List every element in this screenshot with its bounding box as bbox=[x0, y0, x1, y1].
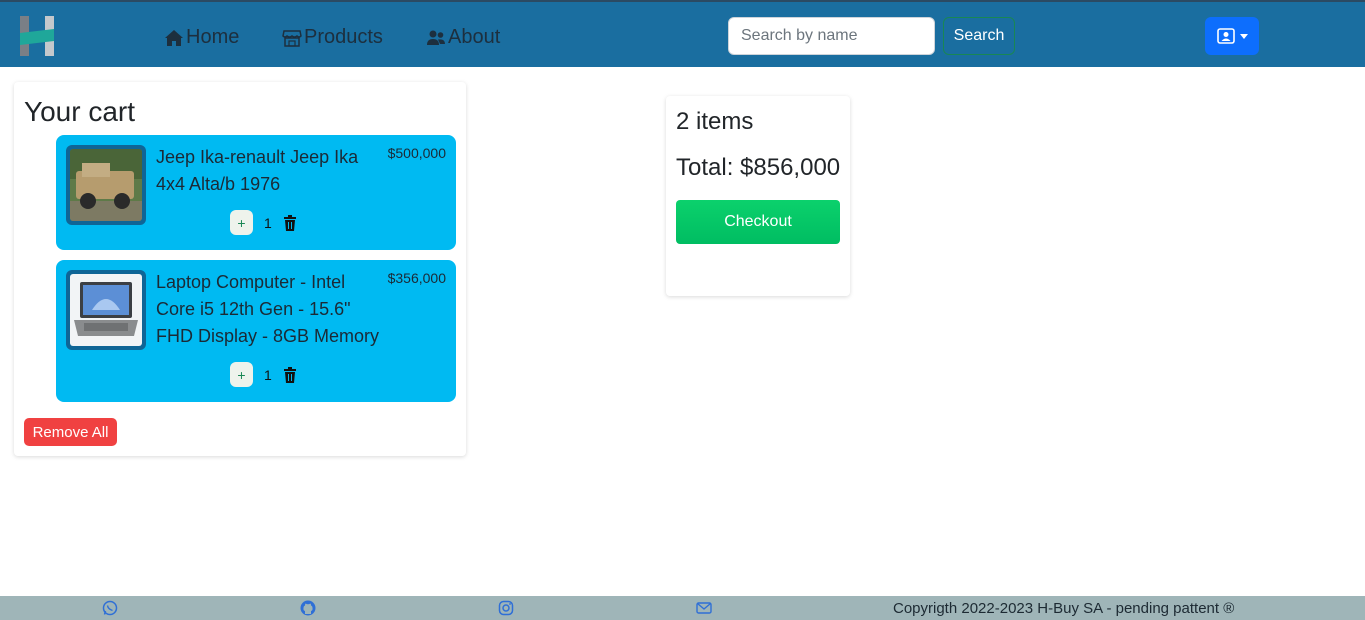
nav-home[interactable]: Home bbox=[164, 26, 239, 49]
github-icon[interactable] bbox=[300, 600, 316, 616]
product-thumbnail[interactable] bbox=[66, 270, 146, 350]
copyright-text: Copyrigth 2022-2023 H-Buy SA - pending p… bbox=[893, 600, 1235, 617]
user-card-icon bbox=[1216, 28, 1235, 44]
quantity-controls: + 1 bbox=[230, 362, 297, 387]
footer: Copyrigth 2022-2023 H-Buy SA - pending p… bbox=[0, 596, 1365, 620]
whatsapp-icon[interactable] bbox=[102, 600, 118, 616]
search-input[interactable] bbox=[728, 17, 935, 55]
total-price: Total: $856,000 bbox=[676, 154, 841, 181]
instagram-icon[interactable] bbox=[498, 600, 514, 616]
product-thumbnail[interactable] bbox=[66, 145, 146, 225]
checkout-button[interactable]: Checkout bbox=[676, 200, 840, 244]
navbar: Home Products About Search bbox=[0, 0, 1365, 67]
increase-quantity-button[interactable]: + bbox=[230, 210, 253, 235]
items-count: 2 items bbox=[676, 108, 754, 135]
cart-item: Laptop Computer - Intel Core i5 12th Gen… bbox=[56, 260, 456, 402]
jeep-image bbox=[70, 149, 142, 221]
item-price: $500,000 bbox=[387, 145, 446, 161]
laptop-image bbox=[70, 274, 142, 346]
increase-quantity-button[interactable]: + bbox=[230, 362, 253, 387]
item-price: $356,000 bbox=[387, 270, 446, 286]
nav-products[interactable]: Products bbox=[282, 26, 383, 49]
cart-title: Your cart bbox=[24, 96, 136, 127]
store-icon bbox=[282, 29, 302, 47]
remove-all-button[interactable]: Remove All bbox=[24, 418, 117, 446]
item-name: Jeep Ika-renault Jeep Ika 4x4 Alta/b 197… bbox=[156, 147, 359, 194]
nav-products-label: Products bbox=[304, 26, 383, 48]
mail-icon[interactable] bbox=[696, 600, 712, 616]
chevron-down-icon bbox=[1239, 33, 1248, 39]
nav-home-label: Home bbox=[186, 26, 240, 48]
order-summary: 2 items Total: $856,000 Checkout bbox=[666, 96, 850, 296]
quantity-controls: + 1 bbox=[230, 210, 297, 235]
nav-about[interactable]: About bbox=[426, 26, 500, 49]
cart-item: Jeep Ika-renault Jeep Ika 4x4 Alta/b 197… bbox=[56, 135, 456, 250]
h-buy-logo[interactable] bbox=[18, 16, 56, 56]
people-icon bbox=[427, 30, 445, 45]
trash-icon[interactable] bbox=[283, 366, 297, 383]
trash-icon[interactable] bbox=[283, 214, 297, 231]
user-menu-button[interactable] bbox=[1205, 17, 1259, 55]
search-button[interactable]: Search bbox=[943, 17, 1015, 55]
quantity-value: 1 bbox=[264, 366, 272, 383]
quantity-value: 1 bbox=[264, 214, 272, 231]
cart-panel: Your cart Jeep Ika-renault Jeep Ika 4x4 … bbox=[14, 82, 466, 456]
item-name: Laptop Computer - Intel Core i5 12th Gen… bbox=[156, 272, 380, 346]
nav-about-label: About bbox=[448, 26, 501, 48]
home-icon bbox=[165, 29, 183, 46]
